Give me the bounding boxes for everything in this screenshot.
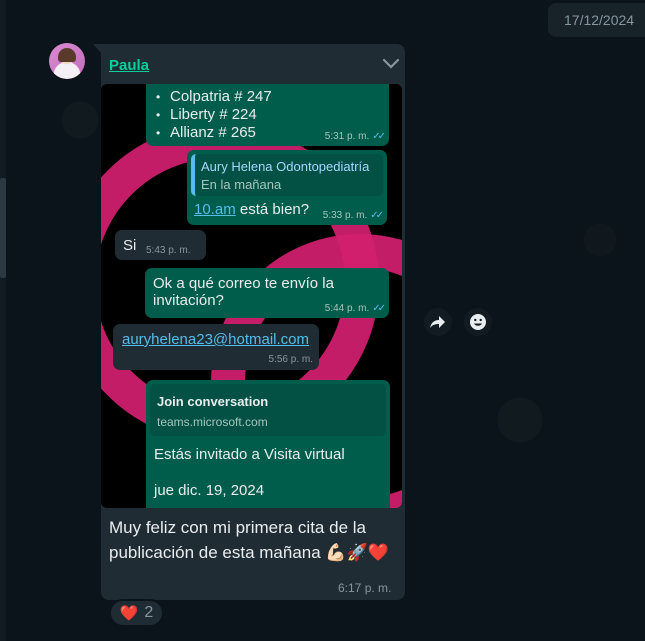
pane-divider: [0, 0, 6, 641]
image-reply-message: Aury Helena Odontopediatría En la mañana…: [187, 150, 387, 225]
quote-author: Aury Helena Odontopediatría: [201, 159, 370, 174]
preview-title: Join conversation: [157, 394, 269, 409]
bank-item: Liberty # 224: [146, 106, 272, 124]
message-time: 5:43 p. m.: [146, 245, 191, 256]
invite-date: jue dic. 19, 2024: [154, 482, 265, 499]
message-text: Ok a qué correo te envío la invitación?: [153, 275, 334, 309]
react-button[interactable]: [464, 308, 492, 336]
message-time: 5:33 p. m.: [322, 210, 368, 221]
chevron-down-icon[interactable]: [382, 58, 400, 70]
message-time: 6:17 p. m.: [338, 581, 392, 595]
bank-item: Allianz # 265: [146, 124, 272, 142]
message-time: 5:31 p. m.: [324, 131, 370, 142]
image-outgoing-message: Ok a qué correo te envío la invitación? …: [145, 268, 389, 318]
image-teams-invite: Join conversation teams.microsoft.com Es…: [146, 380, 390, 508]
forward-button[interactable]: [424, 308, 452, 336]
reply-text: está bien?: [235, 201, 310, 218]
reaction-count: 2: [144, 604, 154, 621]
message-time: 5:56 p. m.: [268, 354, 313, 365]
email-link: auryhelena23@hotmail.com: [122, 331, 309, 348]
double-check-icon: ✓✓: [372, 303, 386, 314]
image-bank-list-message: Colpatria # 247 Liberty # 224 Allianz # …: [146, 84, 389, 146]
message-caption: Muy feliz con mi primera cita de la publ…: [109, 518, 389, 562]
forward-icon: [430, 316, 445, 328]
quote-text: En la mañana: [201, 177, 282, 192]
quoted-message: Aury Helena Odontopediatría En la mañana: [191, 154, 383, 196]
message-text: Si: [123, 237, 137, 254]
invite-text: Estás invitado a Visita virtual: [154, 446, 345, 463]
emoji-icon: [470, 314, 486, 330]
avatar[interactable]: [49, 43, 85, 79]
image-incoming-message: Si 5:43 p. m.: [115, 230, 206, 260]
time-link: 10.am: [194, 201, 236, 218]
double-check-icon: ✓✓: [370, 210, 384, 221]
bank-item: Colpatria # 247: [146, 88, 272, 106]
reaction-emoji: ❤️: [119, 605, 139, 622]
date-separator: 17/12/2024: [548, 3, 645, 37]
image-email-message: auryhelena23@hotmail.com 5:56 p. m.: [113, 324, 319, 370]
message-time: 5:44 p. m.: [324, 303, 370, 314]
attached-image[interactable]: Colpatria # 247 Liberty # 224 Allianz # …: [101, 84, 402, 508]
scrollbar-thumb[interactable]: [0, 178, 6, 278]
preview-domain: teams.microsoft.com: [157, 415, 268, 429]
double-check-icon: ✓✓: [372, 131, 386, 142]
link-preview: Join conversation teams.microsoft.com: [150, 384, 386, 436]
sender-name[interactable]: Paula: [109, 57, 149, 74]
reaction-chip[interactable]: ❤️ 2: [109, 599, 164, 627]
